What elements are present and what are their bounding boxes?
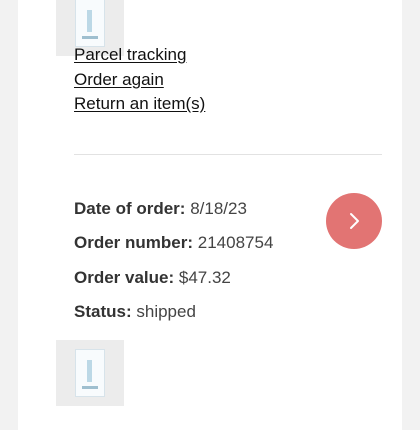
order-number-value: 21408754 xyxy=(197,233,274,253)
order-again-link[interactable]: Order again xyxy=(74,68,205,93)
product-box-image xyxy=(75,0,105,47)
divider xyxy=(74,154,382,155)
product-thumbnail[interactable] xyxy=(56,340,124,406)
order-date-row: Date of order: 8/18/23 xyxy=(74,192,273,226)
order-value-value: $47.32 xyxy=(178,267,231,287)
order-actions: Parcel tracking Order again Return an it… xyxy=(74,43,205,117)
order-info: Date of order: 8/18/23 Order number: 214… xyxy=(74,192,273,329)
order-date-label: Date of order: xyxy=(74,199,186,218)
order-number-label: Order number: xyxy=(74,233,194,253)
parcel-tracking-link[interactable]: Parcel tracking xyxy=(74,43,205,68)
order-number-row: Order number: 21408754 xyxy=(74,226,273,260)
order-status-value: shipped xyxy=(136,301,196,321)
order-details-button[interactable] xyxy=(326,193,382,249)
chevron-right-icon xyxy=(350,213,359,229)
return-item-link[interactable]: Return an item(s) xyxy=(74,92,205,117)
order-status-label: Status: xyxy=(74,301,132,321)
order-value-label: Order value: xyxy=(74,267,175,287)
order-value-row: Order value: $47.32 xyxy=(74,261,273,295)
order-status-row: Status: shipped xyxy=(74,295,273,329)
order-date-value: 8/18/23 xyxy=(190,199,247,218)
order-card: Parcel tracking Order again Return an it… xyxy=(18,0,402,430)
product-box-image xyxy=(75,349,105,397)
